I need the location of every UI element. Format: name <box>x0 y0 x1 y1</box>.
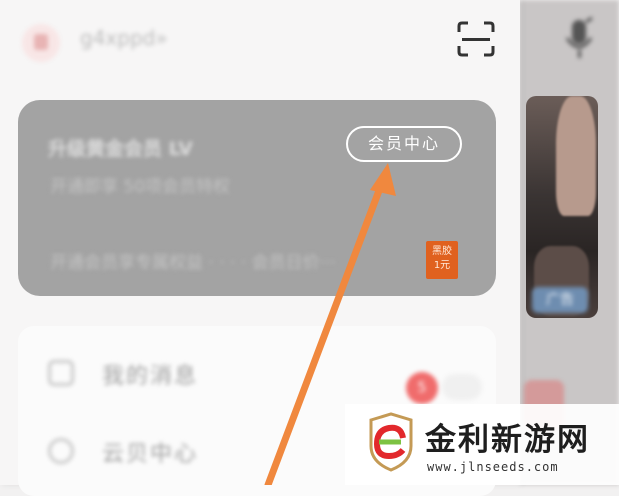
menu-item-label: 我的消息 <box>102 364 199 389</box>
coin-icon <box>48 438 74 464</box>
watermark-logo-icon <box>369 412 413 472</box>
username[interactable]: g4xppd» <box>80 26 168 50</box>
menu-item-messages[interactable]: 我的消息 5 <box>18 338 496 408</box>
badge-line-1: 黑胶 <box>432 246 452 257</box>
toggle-switch[interactable] <box>442 374 482 400</box>
ad-thumbnail[interactable] <box>526 96 598 318</box>
avatar[interactable] <box>22 24 60 62</box>
badge-line-2: 1元 <box>433 260 451 271</box>
unread-badge: 5 <box>406 372 438 404</box>
watermark: 金利新游网 www.jlnseeds.com <box>345 404 619 485</box>
ad-tag: 广告 <box>532 287 588 313</box>
menu-item-label: 云贝中心 <box>102 442 199 467</box>
vip-subtitle: 开通即享 50项会员特权 <box>50 177 231 197</box>
scan-icon[interactable] <box>456 20 496 58</box>
microphone-icon[interactable] <box>562 16 598 62</box>
vip-title: 升级黄金会员 LV <box>48 138 193 160</box>
message-icon <box>48 360 74 386</box>
watermark-name: 金利新游网 <box>425 422 590 458</box>
vip-bottom-text: 开通会员享专属权益 · · · · 会员日价··· <box>50 253 336 273</box>
vip-center-button[interactable]: 会员中心 <box>346 126 462 162</box>
vip-badge: 黑胶 1元 <box>426 241 458 279</box>
watermark-url: www.jlnseeds.com <box>427 460 559 474</box>
vip-card[interactable]: 升级黄金会员 LV 开通即享 50项会员特权 开通会员享专属权益 · · · ·… <box>18 100 496 296</box>
